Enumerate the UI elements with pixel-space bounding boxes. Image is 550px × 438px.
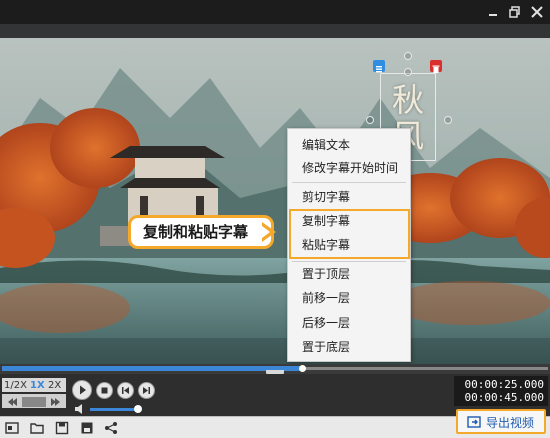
video-preview[interactable]: [0, 38, 550, 364]
callout-label: 复制和粘贴字幕: [143, 223, 249, 241]
menu-item-send-backward[interactable]: 后移一层: [302, 315, 350, 331]
time-display: 00:00:25.000 00:00:45.000: [454, 376, 548, 406]
resize-handle-left[interactable]: [366, 116, 374, 124]
resize-handle-right[interactable]: [444, 116, 452, 124]
volume-icon[interactable]: [74, 403, 88, 415]
minimize-icon[interactable]: [484, 3, 502, 21]
volume-knob[interactable]: [134, 405, 142, 413]
speed-option-1x[interactable]: 1X: [30, 380, 45, 392]
previous-frame-button[interactable]: [117, 382, 134, 399]
export-video-label: 导出视频: [486, 416, 535, 430]
context-menu: 编辑文本 修改字幕开始时间 剪切字幕 复制字幕 粘贴字幕 置于顶层 前移一层 后…: [287, 128, 411, 362]
volume-slider[interactable]: [90, 408, 138, 411]
menu-item-bring-to-front[interactable]: 置于顶层: [302, 266, 350, 282]
restore-icon[interactable]: [506, 3, 524, 21]
delete-caption-icon[interactable]: [430, 60, 442, 73]
close-icon[interactable]: [528, 3, 546, 21]
top-strip: [0, 24, 550, 38]
menu-item-change-start-time[interactable]: 修改字幕开始时间: [302, 160, 398, 176]
menu-separator: [292, 182, 406, 183]
current-time: 00:00:25.000: [464, 378, 544, 391]
frame-step-icon[interactable]: [2, 395, 66, 409]
export-icon: [467, 416, 481, 428]
menu-item-send-to-back[interactable]: 置于底层: [302, 339, 350, 355]
caption-list-icon[interactable]: [373, 60, 385, 73]
play-button[interactable]: [72, 380, 92, 400]
speed-option-half[interactable]: 1/2X: [4, 380, 27, 392]
menu-separator: [292, 261, 406, 262]
scene-image: [0, 38, 550, 364]
share-icon[interactable]: [103, 420, 119, 436]
total-time: 00:00:45.000: [464, 391, 544, 404]
speed-option-2x[interactable]: 2X: [48, 380, 61, 392]
timeline-playhead[interactable]: [299, 365, 306, 372]
export-video-button[interactable]: 导出视频: [456, 409, 546, 434]
timeline-progress: [2, 366, 302, 371]
menu-item-edit-text[interactable]: 编辑文本: [302, 137, 350, 153]
save-as-icon[interactable]: [79, 420, 95, 436]
frame-step-bar: [2, 394, 66, 408]
callout-bubble: 复制和粘贴字幕: [128, 215, 274, 249]
menu-item-cut-caption[interactable]: 剪切字幕: [302, 189, 350, 205]
resize-handle-top[interactable]: [404, 68, 412, 76]
title-bar: [0, 0, 550, 24]
rotate-handle[interactable]: [404, 52, 412, 60]
new-project-icon[interactable]: [4, 420, 20, 436]
callout-arrow-inner: [262, 226, 270, 238]
menu-item-bring-forward[interactable]: 前移一层: [302, 290, 350, 306]
save-icon[interactable]: [54, 420, 70, 436]
timeline-remaining: [302, 367, 548, 370]
open-folder-icon[interactable]: [29, 420, 45, 436]
stop-button[interactable]: [96, 382, 113, 399]
menu-item-copy-caption[interactable]: 复制字幕: [302, 213, 350, 229]
menu-item-paste-caption[interactable]: 粘贴字幕: [302, 237, 350, 253]
next-frame-button[interactable]: [138, 382, 155, 399]
